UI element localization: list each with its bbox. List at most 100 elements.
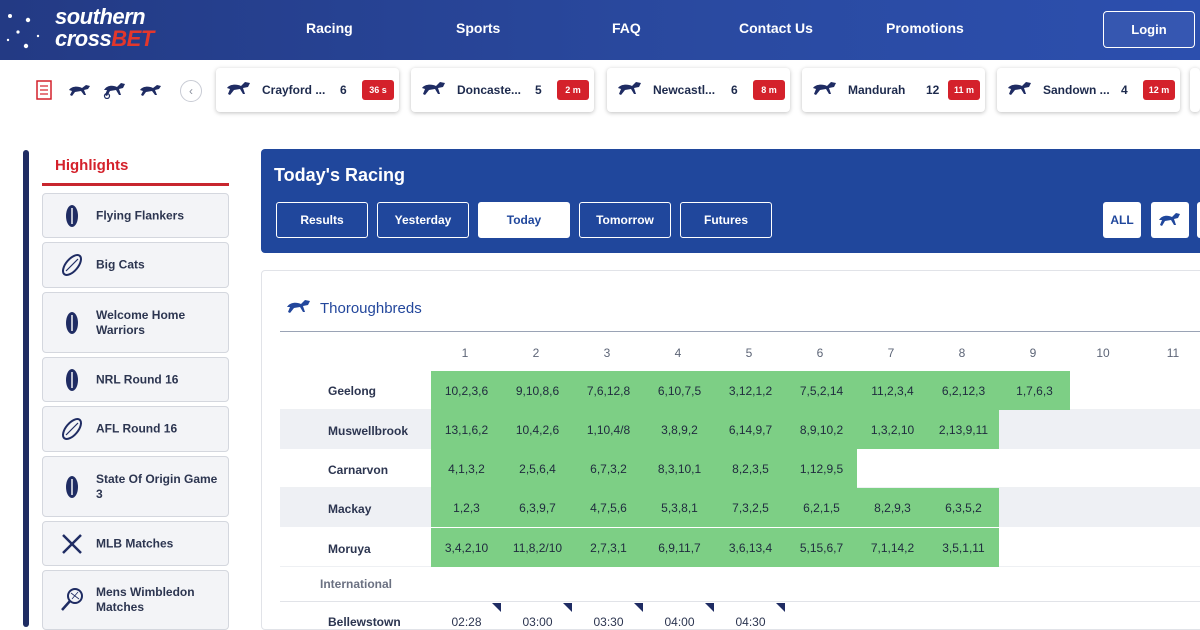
result-cell[interactable]: 6,3,5,2: [928, 488, 999, 527]
venue-link[interactable]: Mackay: [328, 502, 371, 516]
section-title-thoroughbreds: Thoroughbreds: [320, 300, 422, 317]
baseball-bats-icon: [62, 533, 82, 554]
result-cell[interactable]: 3,4,2,10: [431, 528, 502, 567]
result-cell[interactable]: 8,2,3,5: [715, 449, 786, 488]
venue-link[interactable]: Carnarvon: [328, 463, 388, 477]
international-subheading: International: [320, 577, 393, 591]
result-cell[interactable]: 6,9,11,7: [644, 528, 715, 567]
result-cell[interactable]: 2,5,6,4: [502, 449, 573, 488]
tab-tomorrow[interactable]: Tomorrow: [579, 202, 671, 238]
rugby-ball-icon: [66, 368, 78, 391]
next-race-card-partial[interactable]: [1190, 68, 1200, 112]
result-cell[interactable]: 3,12,1,2: [715, 371, 786, 410]
sidebar-item-mlb-matches[interactable]: MLB Matches: [42, 521, 229, 566]
result-cell[interactable]: 6,3,9,7: [502, 488, 573, 527]
corner-flag-icon: [705, 603, 714, 612]
result-cell[interactable]: 1,7,6,3: [999, 371, 1070, 410]
result-cell[interactable]: 5,15,6,7: [786, 528, 857, 567]
sidebar-item-label: NRL Round 16: [96, 372, 179, 386]
result-cell[interactable]: 4,7,5,6: [573, 488, 644, 527]
result-cell[interactable]: 1,3,2,10: [857, 410, 928, 449]
tennis-racket-icon: [61, 588, 83, 611]
next-race-card[interactable]: Sandown ... 4 12 m: [997, 68, 1180, 112]
result-cell[interactable]: 8,2,9,3: [857, 488, 928, 527]
result-cell[interactable]: 3,8,9,2: [644, 410, 715, 449]
sidebar-item-mens-wimbledon[interactable]: Mens Wimbledon Matches: [42, 570, 229, 630]
sidebar-accent-bar: [23, 150, 29, 627]
sidebar-item-big-cats[interactable]: Big Cats: [42, 242, 229, 288]
result-cell[interactable]: 6,10,7,5: [644, 371, 715, 410]
tab-results[interactable]: Results: [276, 202, 368, 238]
race-form-icon[interactable]: [36, 80, 52, 100]
sidebar-item-welcome-home-warriors[interactable]: Welcome Home Warriors: [42, 292, 229, 353]
strip-prev-button[interactable]: ‹: [180, 80, 202, 102]
race-number: 6: [731, 83, 738, 97]
result-cell[interactable]: 9,10,8,6: [502, 371, 573, 410]
sidebar-item-nrl-round-16[interactable]: NRL Round 16: [42, 357, 229, 402]
greyhound-icon: [813, 82, 836, 95]
venue-link[interactable]: Moruya: [328, 542, 371, 556]
venue-link[interactable]: Muswellbrook: [328, 424, 408, 438]
result-cell[interactable]: 1,2,3: [431, 488, 502, 527]
next-race-card[interactable]: Mandurah 12 11 m: [802, 68, 985, 112]
sidebar-item-flying-flankers[interactable]: Flying Flankers: [42, 193, 229, 238]
result-cell[interactable]: 11,2,3,4: [857, 371, 928, 410]
result-cell[interactable]: 10,4,2,6: [502, 410, 573, 449]
nav-faq[interactable]: FAQ: [612, 20, 641, 36]
next-race-card[interactable]: Doncaste... 5 2 m: [411, 68, 594, 112]
filter-thoroughbred-button[interactable]: [1151, 202, 1189, 238]
result-cell[interactable]: 11,8,2/10: [502, 528, 573, 567]
harness-icon[interactable]: [102, 81, 128, 99]
login-button[interactable]: Login: [1103, 11, 1195, 48]
race-countdown-badge: 2 m: [557, 80, 589, 100]
result-cell[interactable]: 3,6,13,4: [715, 528, 786, 567]
result-cell[interactable]: 2,7,3,1: [573, 528, 644, 567]
brand-logo[interactable]: southern crossBET: [0, 0, 200, 60]
race-number: 5: [535, 83, 542, 97]
venue-link[interactable]: Geelong: [328, 384, 376, 398]
result-cell[interactable]: 3,5,1,11: [928, 528, 999, 567]
tab-yesterday[interactable]: Yesterday: [377, 202, 469, 238]
race-venue: Mandurah: [848, 83, 906, 97]
sidebar-item-label: Mens Wimbledon Matches: [96, 585, 195, 614]
nav-contact-us[interactable]: Contact Us: [739, 20, 813, 36]
result-cell[interactable]: 8,3,10,1: [644, 449, 715, 488]
horse-icon[interactable]: [139, 83, 163, 97]
nav-sports[interactable]: Sports: [456, 20, 500, 36]
nav-promotions[interactable]: Promotions: [886, 20, 964, 36]
race-column-header: 3: [603, 346, 611, 360]
sidebar-item-label: AFL Round 16: [96, 421, 178, 436]
result-cell[interactable]: 1,12,9,5: [786, 449, 857, 488]
sidebar-item-afl-round-16[interactable]: AFL Round 16: [42, 406, 229, 452]
result-cell[interactable]: 6,14,9,7: [715, 410, 786, 449]
result-cell[interactable]: 4,1,3,2: [431, 449, 502, 488]
sidebar-title-underline: [42, 183, 229, 186]
next-race-card[interactable]: Newcastl... 6 8 m: [607, 68, 790, 112]
tab-futures[interactable]: Futures: [680, 202, 772, 238]
result-cell[interactable]: 5,3,8,1: [644, 488, 715, 527]
race-countdown-badge: 12 m: [1143, 80, 1175, 100]
tab-today[interactable]: Today: [478, 202, 570, 238]
sidebar-item-state-of-origin[interactable]: State Of Origin Game 3: [42, 456, 229, 517]
result-cell[interactable]: 7,6,12,8: [573, 371, 644, 410]
result-cell[interactable]: 6,7,3,2: [573, 449, 644, 488]
greyhound-icon[interactable]: [68, 83, 92, 97]
sidebar-item-label: MLB Matches: [96, 536, 174, 550]
next-race-card[interactable]: Crayford ... 6 36 s: [216, 68, 399, 112]
result-cell[interactable]: 7,1,14,2: [857, 528, 928, 567]
result-cell[interactable]: 10,2,3,6: [431, 371, 502, 410]
southern-cross-stars-icon: [6, 14, 40, 49]
filter-all-button[interactable]: ALL: [1103, 202, 1141, 238]
race-venue: Newcastl...: [653, 83, 716, 97]
horse-icon: [287, 300, 310, 313]
nav-racing[interactable]: Racing: [306, 20, 353, 36]
result-cell[interactable]: 13,1,6,2: [431, 410, 502, 449]
result-cell[interactable]: 2,13,9,11: [928, 410, 999, 449]
result-cell[interactable]: 6,2,12,3: [928, 371, 999, 410]
result-cell[interactable]: 7,5,2,14: [786, 371, 857, 410]
corner-flag-icon: [634, 603, 643, 612]
result-cell[interactable]: 7,3,2,5: [715, 488, 786, 527]
result-cell[interactable]: 8,9,10,2: [786, 410, 857, 449]
result-cell[interactable]: 1,10,4/8: [573, 410, 644, 449]
result-cell[interactable]: 6,2,1,5: [786, 488, 857, 527]
